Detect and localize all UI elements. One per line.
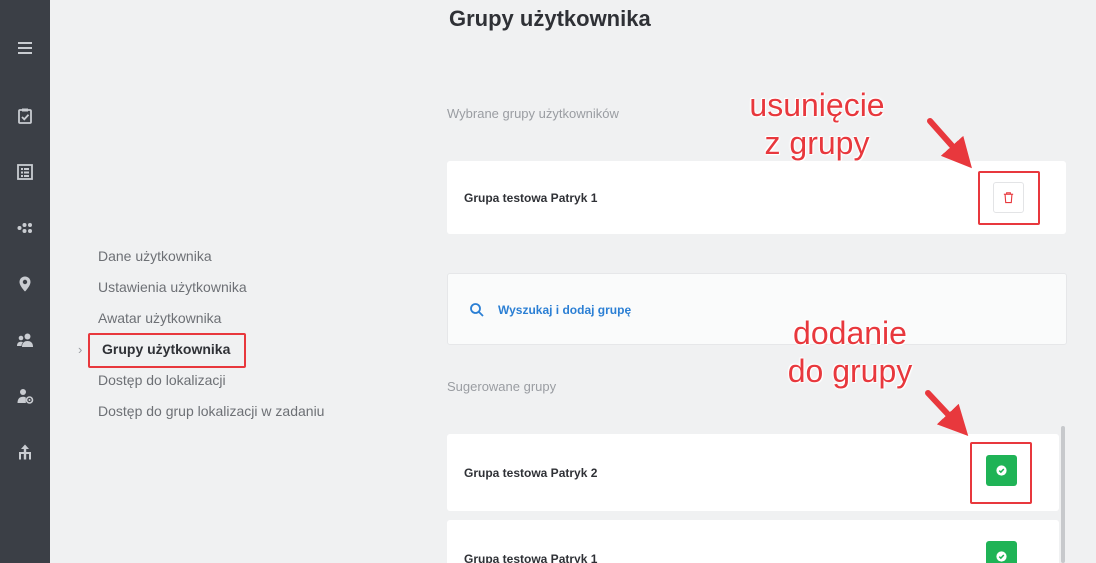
page-title: Grupy użytkownika (449, 6, 651, 31)
group-name: Grupa testowa Patryk 1 (464, 552, 598, 563)
add-group-button[interactable] (986, 541, 1017, 563)
arrow-to-add (925, 390, 969, 436)
subnav-item-user-avatar[interactable]: Awatar użytkownika (98, 308, 398, 339)
search-placeholder: Wyszukaj i dodaj grupę (498, 303, 632, 317)
subnav-item-location-access[interactable]: Dostęp do lokalizacji (98, 370, 398, 401)
check-circle-icon (996, 465, 1007, 476)
annotation-line: usunięcie (749, 87, 885, 123)
selected-groups-label: Wybrane grupy użytkowników (447, 106, 619, 121)
user-settings-icon[interactable] (14, 385, 36, 407)
search-icon (470, 303, 484, 317)
menu-icon[interactable] (14, 37, 36, 59)
location-pin-icon[interactable] (14, 273, 36, 295)
subnav-item-label: Grupy użytkownika (102, 341, 231, 357)
suggested-group-card: Grupa testowa Patryk 1 (447, 520, 1059, 563)
selected-group-card: Grupa testowa Patryk 1 (447, 161, 1066, 234)
dots-icon[interactable] (14, 217, 36, 239)
arrow-to-remove (927, 118, 972, 169)
list-icon[interactable] (14, 161, 36, 183)
check-circle-icon (996, 551, 1007, 562)
hierarchy-icon[interactable] (14, 441, 36, 463)
group-name: Grupa testowa Patryk 2 (464, 466, 598, 480)
annotation-remove: usunięcie z grupy (737, 86, 897, 162)
add-group-button[interactable] (986, 455, 1017, 486)
user-subnav: Dane użytkownika Ustawienia użytkownika … (78, 246, 398, 432)
scrollbar[interactable] (1061, 426, 1065, 563)
annotation-line: do grupy (787, 353, 913, 389)
clipboard-check-icon[interactable] (14, 105, 36, 127)
users-icon[interactable] (14, 329, 36, 351)
suggested-group-card: Grupa testowa Patryk 2 (447, 434, 1059, 511)
subnav-item-location-group-access[interactable]: Dostęp do grup lokalizacji w zadaniu (98, 401, 398, 432)
group-name: Grupa testowa Patryk 1 (464, 191, 598, 205)
subnav-item-user-data[interactable]: Dane użytkownika (98, 246, 398, 277)
trash-icon (1003, 192, 1014, 204)
annotation-line: dodanie (793, 315, 907, 351)
group-search-field[interactable]: Wyszukaj i dodaj grupę (447, 273, 1067, 345)
subnav-item-user-groups[interactable]: › Grupy użytkownika (78, 339, 398, 370)
chevron-right-icon: › (78, 342, 83, 357)
annotation-add: dodanie do grupy (770, 314, 930, 390)
suggested-groups-label: Sugerowane grupy (447, 379, 557, 394)
remove-group-button[interactable] (993, 182, 1024, 213)
subnav-item-user-settings[interactable]: Ustawienia użytkownika (98, 277, 398, 308)
annotation-line: z grupy (764, 125, 870, 161)
app-sidebar (0, 0, 50, 563)
